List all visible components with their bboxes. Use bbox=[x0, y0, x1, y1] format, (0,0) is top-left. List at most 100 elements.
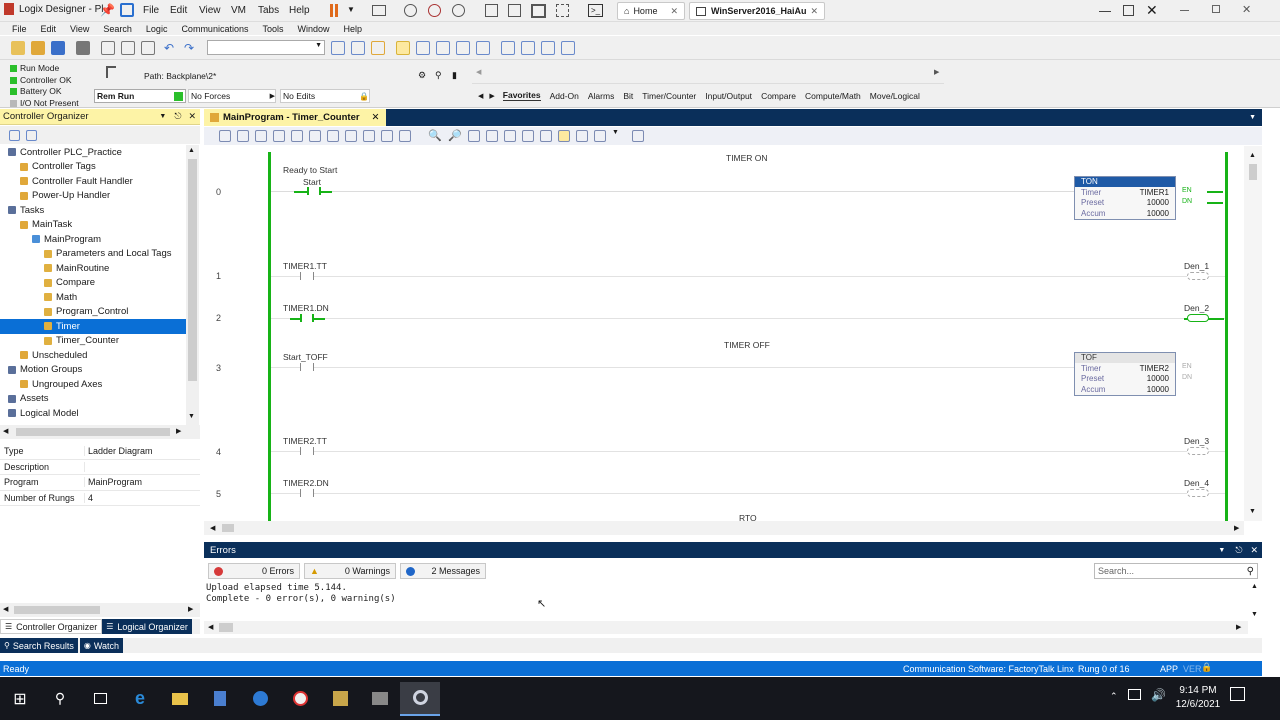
chevron-down-icon[interactable]: ▼ bbox=[347, 5, 355, 14]
network-tray-icon[interactable] bbox=[1128, 689, 1141, 700]
contact-tag[interactable]: TIMER2.DN bbox=[283, 478, 329, 488]
clock-time[interactable]: 9:14 PM bbox=[1170, 685, 1226, 696]
ladder-horizontal-scrollbar[interactable]: ◀ ▶ bbox=[204, 521, 1244, 535]
xic-contact[interactable] bbox=[300, 272, 314, 280]
preset-value[interactable]: 10000 bbox=[1147, 198, 1169, 207]
scroll-left-icon[interactable]: ◀ bbox=[3, 427, 8, 435]
tree-item[interactable]: Motion Groups bbox=[0, 363, 186, 378]
network-browse-icon[interactable]: ⚲ bbox=[435, 70, 442, 81]
vm-menu-view[interactable]: View bbox=[199, 5, 221, 16]
io-icon[interactable] bbox=[541, 40, 555, 55]
clear-bookmarks-icon[interactable] bbox=[540, 130, 552, 142]
chevron-right-icon[interactable]: ▶ bbox=[489, 92, 494, 100]
errors-search-input[interactable]: Search... ⚲ bbox=[1094, 563, 1258, 579]
studio5000-icon[interactable] bbox=[280, 682, 320, 716]
scroll-thumb[interactable] bbox=[16, 428, 170, 436]
vm-menu-edit[interactable]: Edit bbox=[170, 5, 187, 16]
tree-item[interactable]: Ungrouped Axes bbox=[0, 377, 186, 392]
xic-icon[interactable] bbox=[273, 130, 285, 142]
chevron-left-icon[interactable]: ◀ bbox=[476, 68, 481, 76]
rung-number[interactable]: 3 bbox=[216, 363, 221, 373]
tree-item[interactable]: Controller Tags bbox=[0, 160, 186, 175]
tree-item[interactable]: Unscheduled bbox=[0, 348, 186, 363]
scroll-left-icon[interactable]: ◀ bbox=[3, 605, 8, 613]
chevron-down-icon[interactable]: ▼ bbox=[159, 113, 166, 120]
close-icon[interactable]: ✕ bbox=[1250, 545, 1258, 556]
tree-horizontal-scrollbar[interactable]: ◀ ▶ bbox=[0, 425, 200, 439]
menu-view[interactable]: View bbox=[70, 24, 89, 34]
logix-designer-taskbar-icon[interactable] bbox=[400, 681, 440, 716]
close-icon[interactable]: ✕ bbox=[188, 111, 196, 122]
print-icon[interactable] bbox=[76, 40, 90, 55]
app-close-icon[interactable]: ✕ bbox=[1146, 2, 1158, 19]
tree-item[interactable]: Tasks bbox=[0, 203, 186, 218]
messages-filter-button[interactable]: 2 Messages bbox=[400, 563, 486, 579]
chevron-down-icon[interactable]: ▼ bbox=[1249, 114, 1256, 121]
search-icon[interactable]: ⚲ bbox=[40, 682, 80, 716]
scroll-up-icon[interactable]: ▲ bbox=[1251, 583, 1258, 590]
xic-contact[interactable] bbox=[307, 187, 321, 195]
menu-search[interactable]: Search bbox=[103, 24, 132, 34]
show-tag-icon[interactable] bbox=[558, 130, 570, 142]
goto-icon[interactable] bbox=[456, 40, 470, 55]
tab-compare[interactable]: Compare bbox=[761, 91, 796, 101]
prev-bookmark-icon[interactable] bbox=[522, 130, 534, 142]
server-manager-icon[interactable] bbox=[200, 682, 240, 716]
radix-icon[interactable] bbox=[632, 130, 644, 142]
tab-controller-organizer[interactable]: ☰ Controller Organizer bbox=[0, 619, 103, 634]
pin-icon[interactable]: ⎋ bbox=[1235, 545, 1242, 556]
chevron-down-icon[interactable]: ▼ bbox=[1218, 547, 1225, 554]
app-minimize-icon[interactable] bbox=[1099, 11, 1111, 12]
network-path-icon[interactable]: ⚙ bbox=[418, 70, 426, 81]
vm-menu-tabs[interactable]: Tabs bbox=[258, 5, 279, 16]
tree-item[interactable]: Math bbox=[0, 290, 186, 305]
scroll-thumb[interactable] bbox=[14, 606, 100, 614]
tab-add-on[interactable]: Add-On bbox=[550, 91, 579, 101]
timer-tag[interactable]: TIMER2 bbox=[1140, 364, 1169, 373]
file-explorer-icon[interactable] bbox=[160, 682, 200, 716]
find-replace-icon[interactable] bbox=[371, 40, 385, 55]
menu-help[interactable]: Help bbox=[344, 24, 363, 34]
accum-value[interactable]: 10000 bbox=[1147, 385, 1169, 394]
app-restore-icon[interactable] bbox=[1123, 5, 1134, 16]
vm-menu-file[interactable]: File bbox=[143, 5, 159, 16]
rung-number[interactable]: 4 bbox=[216, 447, 221, 457]
copy-icon[interactable] bbox=[121, 40, 135, 55]
maximize-icon[interactable] bbox=[1212, 5, 1220, 13]
zoom-in-icon[interactable]: 🔍 bbox=[428, 129, 442, 143]
scroll-right-icon[interactable]: ▶ bbox=[188, 605, 193, 613]
tab-alarms[interactable]: Alarms bbox=[588, 91, 614, 101]
props-horizontal-scrollbar[interactable]: ◀ ▶ bbox=[0, 603, 200, 617]
add-branch-icon[interactable] bbox=[237, 130, 249, 142]
close-icon[interactable]: ✕ bbox=[810, 6, 818, 17]
go-to-icon[interactable] bbox=[399, 130, 411, 142]
tree-item[interactable]: Controller Fault Handler bbox=[0, 174, 186, 189]
thumbnail-icon[interactable] bbox=[508, 4, 521, 17]
xio-icon[interactable] bbox=[291, 130, 303, 142]
branch-level-icon[interactable] bbox=[255, 130, 267, 142]
tree-item[interactable]: Program_Control bbox=[0, 305, 186, 320]
tree-item[interactable]: Compare bbox=[0, 276, 186, 291]
tree-vertical-scrollbar[interactable]: ▲ ▼ bbox=[186, 145, 199, 425]
scroll-down-icon[interactable]: ▼ bbox=[188, 413, 195, 420]
pin-icon[interactable]: ⎋ bbox=[174, 111, 181, 122]
unity-icon[interactable] bbox=[556, 4, 569, 17]
network-tool-icon[interactable] bbox=[360, 682, 400, 716]
tree-item[interactable]: Timer bbox=[0, 319, 186, 334]
open-icon[interactable] bbox=[31, 40, 45, 55]
rung-number[interactable]: 0 bbox=[216, 187, 221, 197]
scroll-left-icon[interactable]: ◀ bbox=[210, 524, 215, 532]
chevron-down-icon[interactable]: ▼ bbox=[612, 129, 626, 143]
ote-coil[interactable] bbox=[1187, 489, 1209, 497]
errors-horizontal-scrollbar[interactable]: ◀ ▶ bbox=[204, 621, 1248, 634]
contact-tag[interactable]: Start_TOFF bbox=[283, 352, 328, 362]
scroll-up-icon[interactable]: ▲ bbox=[188, 147, 195, 154]
tree-item[interactable]: Controller PLC_Practice bbox=[0, 145, 186, 160]
tree-item[interactable]: Timer_Counter bbox=[0, 334, 186, 349]
vm-icon[interactable] bbox=[120, 3, 134, 17]
ote-coil[interactable] bbox=[1187, 314, 1209, 322]
contact-tag[interactable]: TIMER2.TT bbox=[283, 436, 327, 446]
network-icon[interactable] bbox=[501, 40, 515, 55]
menu-window[interactable]: Window bbox=[297, 24, 329, 34]
paste-icon[interactable] bbox=[141, 40, 155, 55]
